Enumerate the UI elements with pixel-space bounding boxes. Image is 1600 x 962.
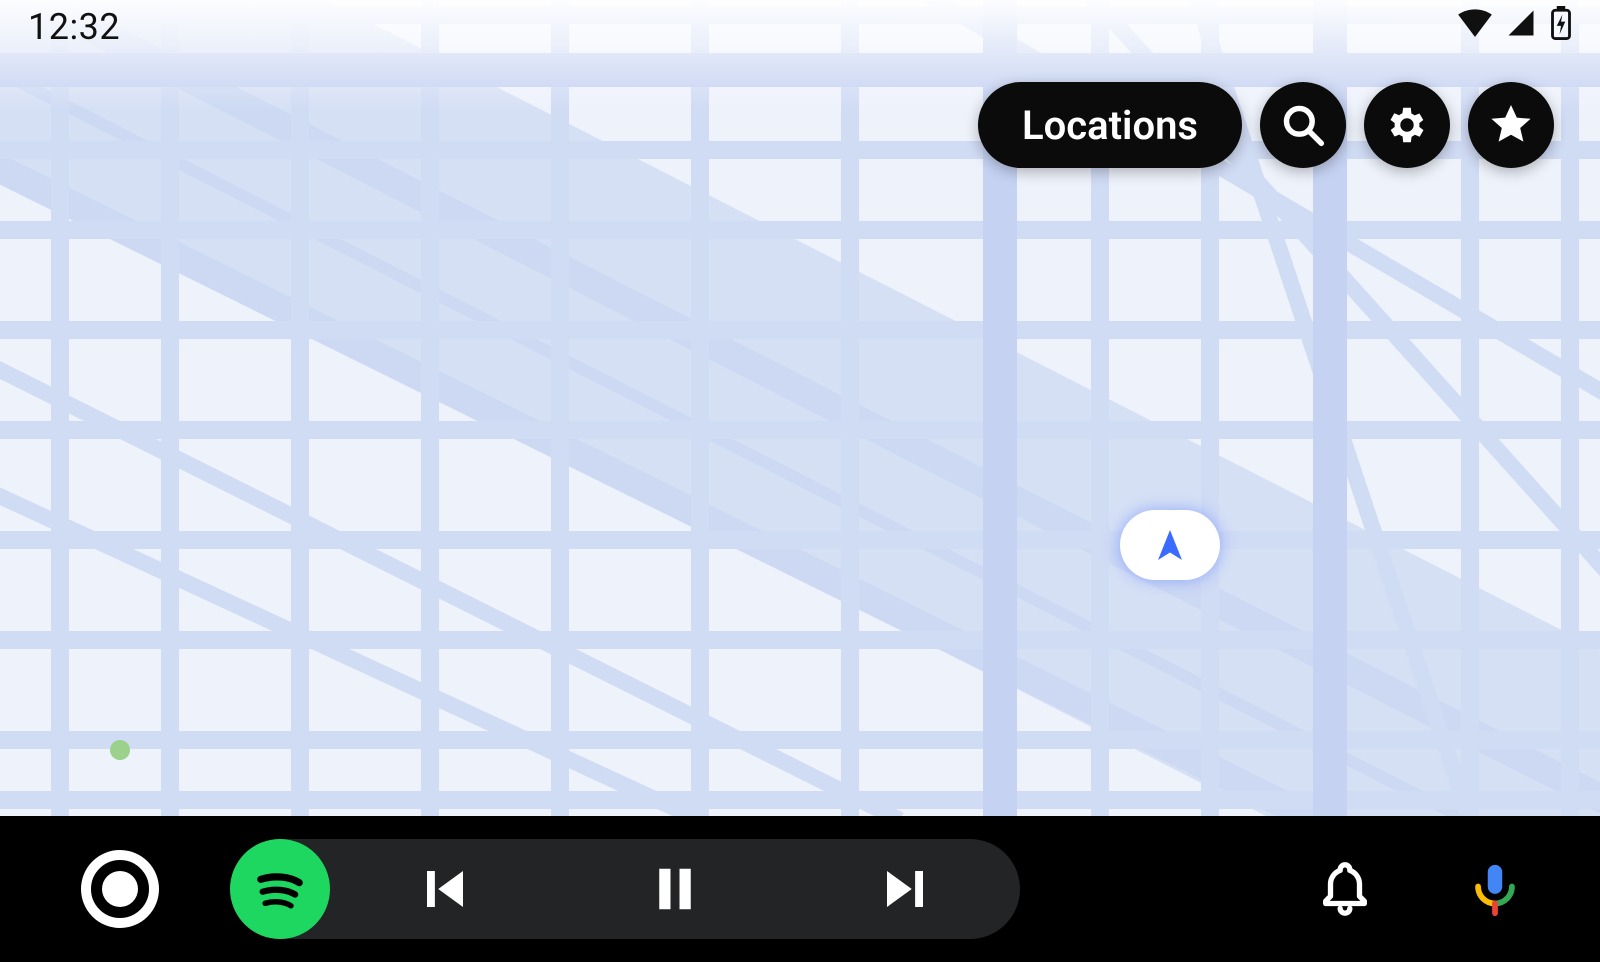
spotify-icon bbox=[247, 856, 313, 922]
star-icon bbox=[1487, 101, 1535, 149]
skip-next-icon bbox=[878, 862, 932, 916]
current-location-button[interactable] bbox=[1120, 510, 1220, 580]
next-track-button[interactable] bbox=[790, 862, 1020, 916]
location-arrow-icon bbox=[1152, 527, 1188, 563]
bell-icon bbox=[1316, 860, 1374, 918]
media-control-pill[interactable] bbox=[230, 839, 1020, 939]
locations-button[interactable]: Locations bbox=[978, 82, 1242, 168]
assistant-mic-icon bbox=[1466, 860, 1524, 918]
pause-icon bbox=[648, 862, 702, 916]
battery-charging-icon bbox=[1550, 6, 1572, 40]
status-bar: 12:32 bbox=[0, 0, 1600, 50]
favorites-button[interactable] bbox=[1468, 82, 1554, 168]
pause-button[interactable] bbox=[560, 862, 790, 916]
search-icon bbox=[1281, 103, 1325, 147]
bottom-nav-bar bbox=[0, 816, 1600, 962]
map-action-bar: Locations bbox=[978, 82, 1554, 168]
notifications-button[interactable] bbox=[1300, 844, 1390, 934]
previous-track-button[interactable] bbox=[330, 862, 560, 916]
status-clock: 12:32 bbox=[28, 6, 120, 48]
app-launcher-button[interactable] bbox=[80, 849, 160, 929]
search-button[interactable] bbox=[1260, 82, 1346, 168]
media-app-icon[interactable] bbox=[230, 839, 330, 939]
cell-signal-icon bbox=[1504, 8, 1538, 38]
voice-assistant-button[interactable] bbox=[1450, 844, 1540, 934]
locations-label: Locations bbox=[1022, 102, 1198, 149]
settings-button[interactable] bbox=[1364, 82, 1450, 168]
wifi-icon bbox=[1458, 9, 1492, 37]
gear-icon bbox=[1384, 102, 1430, 148]
launcher-icon bbox=[80, 849, 160, 929]
skip-previous-icon bbox=[418, 862, 472, 916]
